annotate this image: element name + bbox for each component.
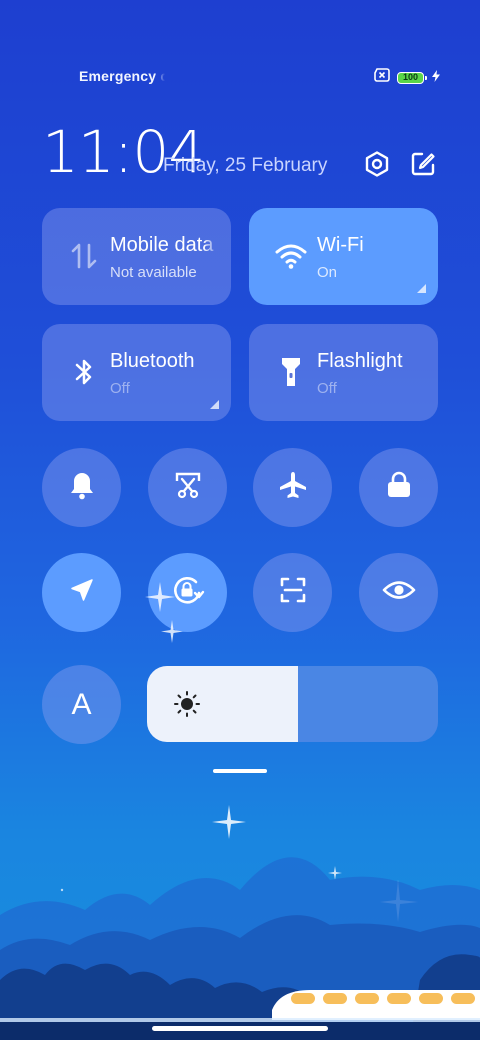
expand-corner-icon[interactable] xyxy=(210,400,219,409)
tile-title: Flashlight xyxy=(317,350,403,372)
toggle-notifications[interactable] xyxy=(42,448,121,527)
toggle-lock-screen[interactable] xyxy=(359,448,438,527)
tile-title: Wi-Fi xyxy=(317,234,364,256)
tile-subtitle: Not available xyxy=(110,264,197,281)
toggle-airplane-mode[interactable] xyxy=(253,448,332,527)
lock-icon xyxy=(386,471,412,504)
expand-corner-icon[interactable] xyxy=(417,284,426,293)
carrier-text: Emergency c xyxy=(79,68,165,84)
tile-bluetooth[interactable]: Bluetooth Off xyxy=(42,324,231,421)
status-icons: 100 xyxy=(373,68,440,87)
wallpaper-scene xyxy=(0,582,480,1040)
tile-flashlight[interactable]: Flashlight Off xyxy=(249,324,438,421)
settings-icon[interactable] xyxy=(360,147,394,181)
screenshot-icon xyxy=(174,471,202,504)
tile-subtitle: On xyxy=(317,264,338,281)
toggle-screenshot[interactable] xyxy=(148,448,227,527)
battery-level: 100 xyxy=(402,72,419,82)
tile-subtitle: Off xyxy=(110,380,130,397)
charging-bolt-icon xyxy=(432,69,440,87)
gesture-nav-bar[interactable] xyxy=(152,1026,328,1031)
tile-title: Mobile data xyxy=(110,234,214,256)
battery-icon: 100 xyxy=(397,71,427,84)
date-text: Friday, 25 February xyxy=(163,155,328,176)
tile-mobile-data[interactable]: Mobile data Not available xyxy=(42,208,231,305)
tile-title: Bluetooth xyxy=(110,350,195,372)
airplane-icon xyxy=(278,470,308,505)
tile-subtitle: Off xyxy=(317,380,337,397)
tile-wifi[interactable]: Wi-Fi On xyxy=(249,208,438,305)
mobile-data-icon xyxy=(68,238,100,274)
flashlight-icon xyxy=(275,354,307,390)
wifi-icon xyxy=(275,238,307,274)
edit-icon[interactable] xyxy=(406,147,440,181)
bell-icon xyxy=(68,470,96,505)
bluetooth-icon xyxy=(68,354,100,390)
sim-off-icon xyxy=(373,68,391,87)
